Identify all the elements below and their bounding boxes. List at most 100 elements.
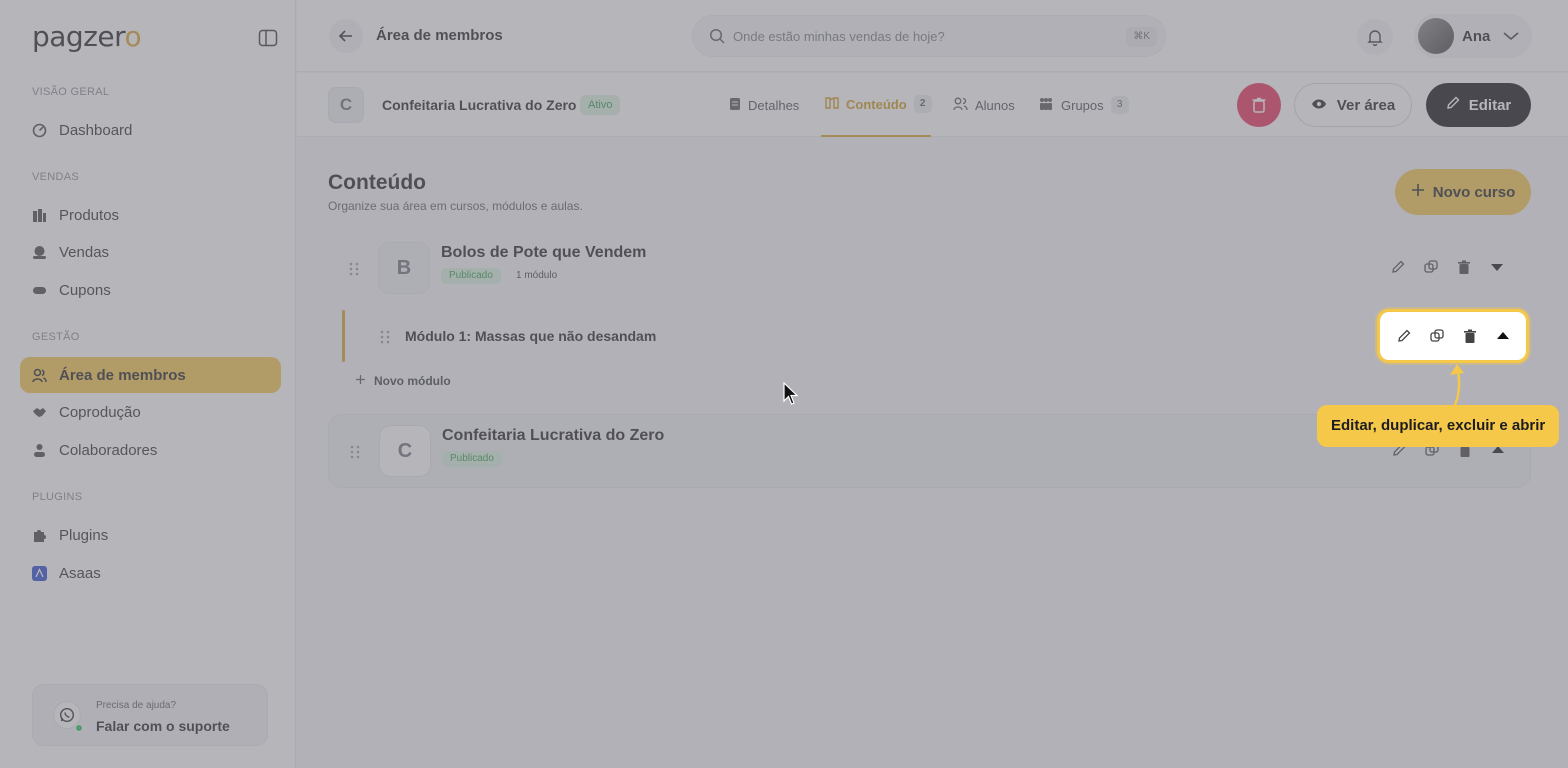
online-status-dot xyxy=(75,724,83,732)
group-icon xyxy=(1038,97,1054,114)
users-icon xyxy=(953,97,968,114)
sidebar-item-products[interactable]: Produtos xyxy=(20,197,281,233)
trash-icon[interactable] xyxy=(1462,328,1478,344)
book-icon xyxy=(825,96,839,113)
course-avatar: C xyxy=(379,425,431,477)
trash-icon[interactable] xyxy=(1456,259,1472,275)
new-course-label: Novo curso xyxy=(1432,183,1516,201)
bell-icon xyxy=(1367,29,1383,46)
handshake-icon xyxy=(32,405,47,420)
user-icon xyxy=(32,443,47,458)
drag-handle-icon[interactable] xyxy=(379,329,391,350)
support-link[interactable]: Falar com o suporte xyxy=(96,718,230,734)
section-label-plugins: PLUGINS xyxy=(32,491,83,503)
pencil-icon xyxy=(1446,96,1460,114)
content-subtitle: Organize sua área em cursos, módulos e a… xyxy=(328,199,583,213)
tour-tooltip: Editar, duplicar, excluir e abrir xyxy=(1317,405,1560,447)
sidebar-item-asaas[interactable]: Asaas xyxy=(20,555,281,591)
support-hint: Precisa de ajuda? xyxy=(96,700,177,711)
new-course-button[interactable]: Novo curso xyxy=(1395,169,1531,215)
support-card[interactable]: Precisa de ajuda? Falar com o suporte xyxy=(32,684,268,746)
products-icon xyxy=(32,208,47,223)
duplicate-icon[interactable] xyxy=(1423,259,1439,275)
tooltip-arrow-icon xyxy=(1450,364,1464,408)
duplicate-icon[interactable] xyxy=(1429,328,1445,344)
avatar xyxy=(1418,18,1454,54)
page-title: Área de membros xyxy=(376,27,503,44)
mouse-cursor-icon xyxy=(783,382,799,405)
sidebar-item-dashboard[interactable]: Dashboard xyxy=(20,112,281,148)
user-menu[interactable]: Ana xyxy=(1414,14,1532,58)
sidebar-item-coproduction[interactable]: Coprodução xyxy=(20,394,281,430)
delete-area-button[interactable] xyxy=(1237,83,1281,127)
view-area-label: Ver área xyxy=(1336,96,1396,114)
caret-up-icon[interactable] xyxy=(1495,328,1511,344)
notifications-button[interactable] xyxy=(1357,19,1393,55)
section-label-management: GESTÃO xyxy=(32,331,80,343)
tab-label: Conteúdo xyxy=(846,96,907,112)
edit-area-button[interactable]: Editar xyxy=(1426,83,1531,127)
logo[interactable]: pagzero xyxy=(32,20,142,53)
course-actions xyxy=(1390,259,1505,275)
tab-details[interactable]: Detalhes xyxy=(729,73,799,137)
user-name: Ana xyxy=(1462,28,1491,45)
caret-down-icon[interactable] xyxy=(1489,259,1505,275)
coins-icon xyxy=(32,245,47,260)
sidebar-item-label: Dashboard xyxy=(59,121,133,139)
back-button[interactable] xyxy=(329,19,363,53)
sidebar-item-members[interactable]: Área de membros xyxy=(20,357,281,393)
pencil-icon[interactable] xyxy=(1390,259,1406,275)
search-input[interactable] xyxy=(733,26,1113,46)
status-badge: Ativo xyxy=(580,95,621,115)
sidebar-item-label: Coprodução xyxy=(59,403,141,421)
tab-label: Detalhes xyxy=(748,97,800,113)
sidebar-item-collaborators[interactable]: Colaboradores xyxy=(20,432,281,468)
document-icon xyxy=(729,97,741,114)
pencil-icon[interactable] xyxy=(1396,328,1412,344)
tab-students[interactable]: Alunos xyxy=(953,73,1015,137)
course-name: Confeitaria Lucrativa do Zero xyxy=(442,427,665,444)
dashboard-icon xyxy=(32,123,47,138)
content-title: Conteúdo xyxy=(328,171,426,194)
tab-content[interactable]: Conteúdo 2 xyxy=(821,73,932,137)
new-module-button[interactable]: Novo módulo xyxy=(355,374,451,388)
area-avatar: C xyxy=(328,87,364,123)
drag-handle-icon[interactable] xyxy=(348,261,360,277)
chevron-down-icon xyxy=(1502,29,1520,47)
plus-icon xyxy=(355,374,366,388)
sidebar-item-label: Produtos xyxy=(59,206,120,224)
section-label-sales: VENDAS xyxy=(32,171,80,183)
sidebar-item-sales[interactable]: Vendas xyxy=(20,234,281,270)
area-name: Confeitaria Lucrativa do Zero xyxy=(382,97,577,113)
module-name: Módulo 1: Massas que não desandam xyxy=(405,328,657,344)
search-icon xyxy=(709,28,725,49)
asaas-logo-icon xyxy=(32,565,47,581)
tab-groups[interactable]: Grupos 3 xyxy=(1038,73,1129,137)
users-icon xyxy=(32,368,47,383)
tab-label: Grupos xyxy=(1061,97,1104,113)
sidebar-item-plugins[interactable]: Plugins xyxy=(20,517,281,553)
search-shortcut-badge: ⌘K xyxy=(1126,27,1157,47)
sidebar: pagzero VISÃO GERAL Dashboard VENDAS Pro… xyxy=(0,0,296,768)
course-avatar: B xyxy=(378,242,430,294)
module-indicator xyxy=(342,310,345,362)
course-row[interactable]: B Bolos de Pote que Vendem Publicado 1 m… xyxy=(328,232,1531,306)
puzzle-icon xyxy=(32,528,47,543)
tab-count: 2 xyxy=(913,95,932,113)
trash-icon xyxy=(1252,97,1266,113)
sidebar-collapse-icon[interactable] xyxy=(258,29,278,47)
drag-handle-icon[interactable] xyxy=(349,444,361,460)
tab-count: 3 xyxy=(1110,96,1129,114)
sidebar-item-coupons[interactable]: Cupons xyxy=(20,272,281,308)
status-badge: Publicado xyxy=(441,268,501,284)
course-name: Bolos de Pote que Vendem xyxy=(441,244,647,261)
module-row[interactable]: Módulo 1: Massas que não desandam xyxy=(342,310,1531,362)
new-module-label: Novo módulo xyxy=(374,374,451,388)
plus-icon xyxy=(1411,183,1425,201)
view-area-button[interactable]: Ver área xyxy=(1294,83,1412,127)
arrow-left-icon xyxy=(339,30,352,42)
sidebar-item-label: Colaboradores xyxy=(59,441,158,459)
topbar: Área de membros ⌘K Ana xyxy=(297,0,1568,72)
sidebar-item-label: Asaas xyxy=(59,564,101,582)
search-bar[interactable]: ⌘K xyxy=(692,15,1166,57)
